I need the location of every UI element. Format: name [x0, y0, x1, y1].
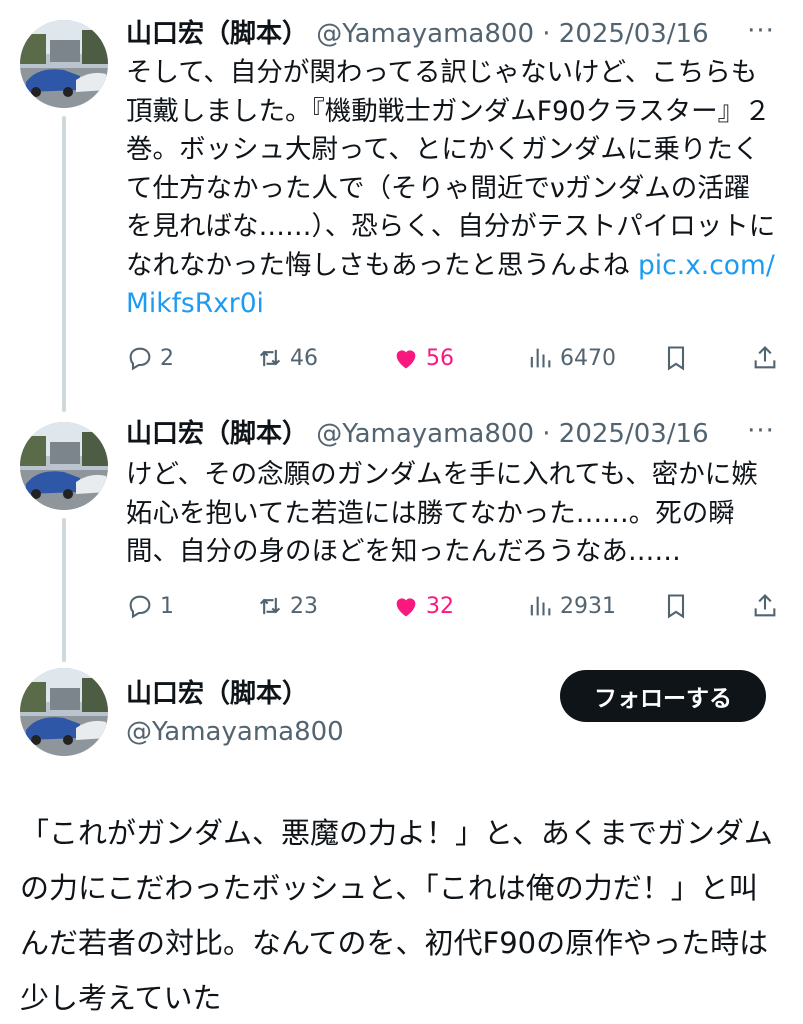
avatar[interactable] [20, 422, 108, 510]
reply-count: 2 [160, 345, 174, 371]
tweet-date[interactable]: 2025/03/16 [559, 19, 709, 49]
reply-icon [129, 347, 151, 371]
repost-button[interactable]: 46 [256, 338, 318, 378]
heart-icon [396, 350, 416, 369]
tweet-text: けど、その念願のガンダムを手に入れても、密かに嫉妬心を抱いてた若造には勝てなかっ… [126, 459, 758, 567]
author-handle[interactable]: @Yamayama800 [316, 419, 534, 449]
repost-count: 46 [290, 345, 318, 371]
follow-button[interactable]: フォローする [560, 670, 766, 722]
avatar-image [20, 668, 108, 756]
repost-icon [259, 597, 281, 615]
reply-icon [129, 595, 151, 619]
reply-count: 1 [160, 593, 174, 619]
action-bar: 2 46 56 6470 [126, 338, 781, 378]
view-count: 2931 [560, 593, 616, 619]
bookmark-button[interactable] [662, 586, 690, 626]
action-bar: 1 23 32 2931 [126, 586, 781, 626]
author-name[interactable]: 山口宏（脚本） [126, 419, 308, 449]
avatar[interactable] [20, 668, 108, 756]
views-icon [530, 596, 551, 616]
avatar[interactable] [20, 20, 108, 108]
like-button[interactable]: 32 [392, 586, 454, 626]
tweet-2[interactable]: 山口宏（脚本） @Yamayama800 · 2025/03/16 ··· けど… [0, 400, 803, 656]
views-button[interactable]: 2931 [526, 586, 616, 626]
more-dots-icon[interactable]: ··· [741, 414, 781, 454]
dot-separator: · [542, 419, 551, 449]
share-icon [754, 594, 776, 617]
repost-button[interactable]: 23 [256, 586, 318, 626]
avatar-image [20, 422, 108, 510]
tweet-body: そして、自分が関わってる訳じゃないけど、こちらも頂戴しました。『機動戦士ガンダム… [126, 57, 776, 281]
bookmark-icon [667, 594, 685, 619]
repost-icon [259, 349, 281, 367]
author-handle[interactable]: @Yamayama800 [316, 19, 534, 49]
share-icon [754, 346, 776, 369]
views-button[interactable]: 6470 [526, 338, 616, 378]
main-author-handle[interactable]: @Yamayama800 [126, 712, 344, 752]
dot-separator: · [542, 19, 551, 49]
bookmark-icon [667, 346, 685, 371]
tweet-header: 山口宏（脚本） @Yamayama800 · 2025/03/16 ··· [126, 14, 783, 54]
like-count: 32 [426, 593, 454, 619]
reply-button[interactable]: 2 [126, 338, 174, 378]
share-button[interactable] [751, 338, 779, 378]
more-dots-icon[interactable]: ··· [741, 14, 781, 54]
tweet-header: 山口宏（脚本） @Yamayama800 · 2025/03/16 ··· [126, 414, 783, 454]
avatar-image [20, 20, 108, 108]
main-author-name[interactable]: 山口宏（脚本） [126, 674, 308, 714]
views-icon [530, 348, 551, 368]
like-count: 56 [426, 345, 454, 371]
heart-icon [396, 598, 416, 617]
view-count: 6470 [560, 345, 616, 371]
like-button[interactable]: 56 [392, 338, 454, 378]
main-tweet-text: 「これがガンダム、悪魔の力よ！」と、あくまでガンダムの力にこだわったボッシュと、… [20, 816, 773, 1015]
tweet-1[interactable]: 山口宏（脚本） @Yamayama800 · 2025/03/16 ··· そし… [0, 0, 803, 400]
repost-count: 23 [290, 593, 318, 619]
tweet-date[interactable]: 2025/03/16 [559, 419, 709, 449]
share-button[interactable] [751, 586, 779, 626]
reply-button[interactable]: 1 [126, 586, 174, 626]
bookmark-button[interactable] [662, 338, 690, 378]
tweet-text: そして、自分が関わってる訳じゃないけど、こちらも頂戴しました。『機動戦士ガンダム… [126, 54, 776, 324]
author-name[interactable]: 山口宏（脚本） [126, 19, 308, 49]
